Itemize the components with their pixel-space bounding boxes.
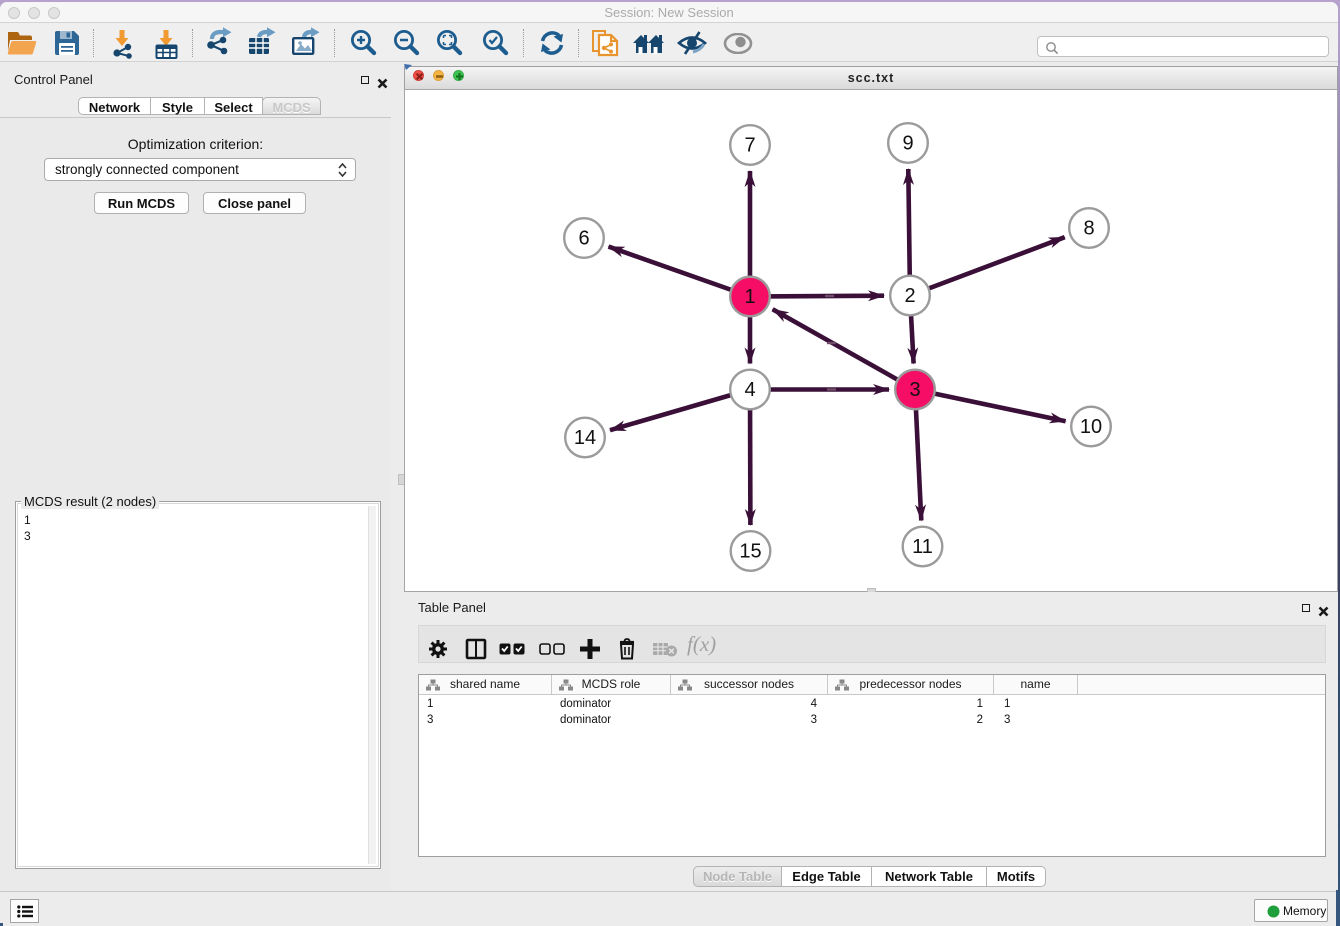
svg-text:7: 7 [744, 135, 755, 157]
svg-text:1: 1 [744, 286, 755, 308]
svg-text:2: 2 [904, 285, 915, 307]
svg-text:9: 9 [902, 133, 913, 155]
svg-text:10: 10 [1080, 416, 1102, 438]
svg-text:3: 3 [909, 379, 920, 401]
svg-text:11: 11 [912, 536, 933, 558]
svg-text:8: 8 [1083, 218, 1094, 240]
svg-text:4: 4 [744, 379, 755, 401]
svg-text:14: 14 [574, 427, 596, 449]
svg-text:15: 15 [739, 541, 761, 563]
svg-text:6: 6 [578, 228, 589, 250]
